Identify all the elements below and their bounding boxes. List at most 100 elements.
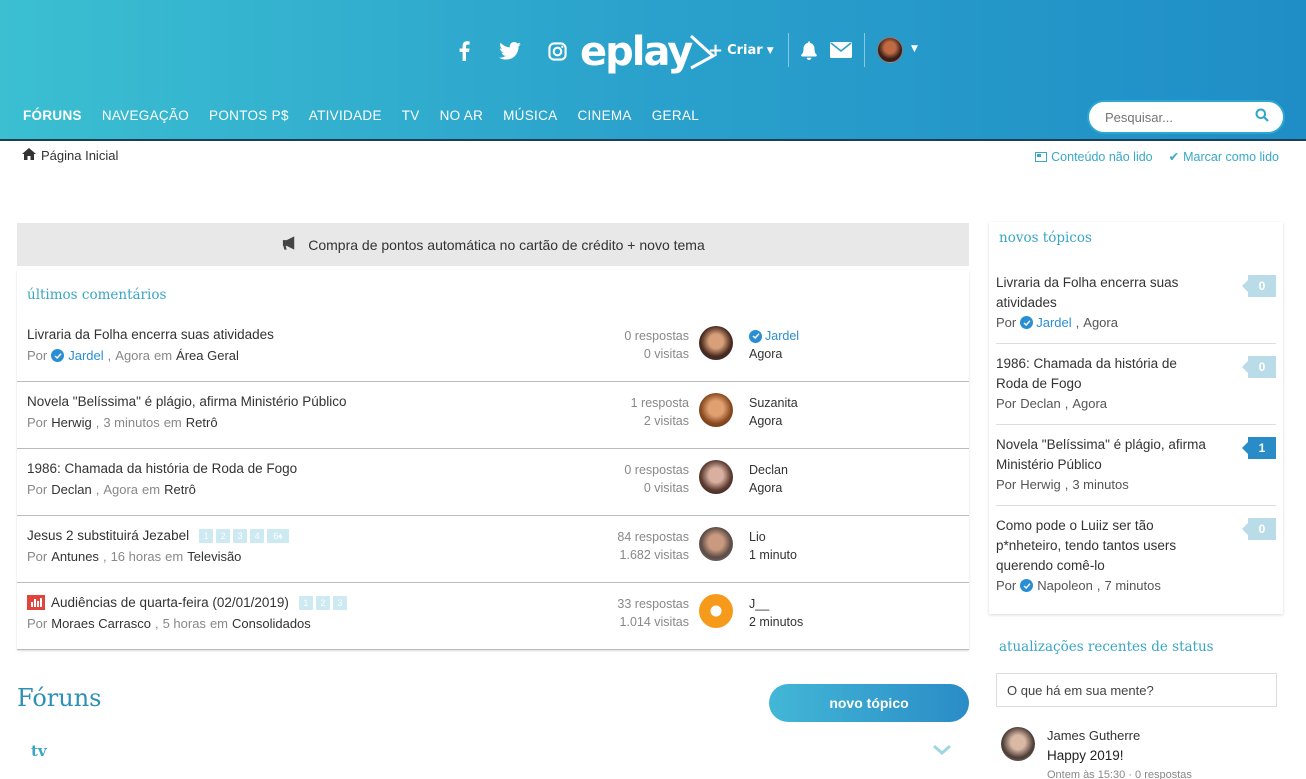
post-time: Agora [1072, 396, 1108, 411]
last-post-time: Agora [749, 347, 783, 361]
list-item[interactable]: Livraria da Folha encerra suas atividade… [17, 315, 969, 382]
avatar[interactable] [699, 326, 733, 360]
last-post: J__ 2 minutos [749, 595, 803, 631]
topic-title[interactable]: Como pode o Luiiz ser tão p*nheteiro, te… [996, 516, 1206, 576]
avatar[interactable] [699, 393, 733, 427]
instagram-icon[interactable] [544, 38, 570, 64]
avatar[interactable] [699, 460, 733, 494]
list-item[interactable]: Audiências de quarta-feira (02/01/2019) … [17, 583, 969, 650]
reply-count-badge: 1 [1242, 437, 1276, 459]
author-link[interactable]: Declan [51, 482, 91, 497]
topic-title[interactable]: Livraria da Folha encerra suas atividade… [996, 273, 1206, 313]
avatar[interactable] [699, 594, 733, 628]
nav-navigation[interactable]: NAVEGAÇÃO [102, 108, 189, 123]
author-link[interactable]: Herwig [1020, 477, 1060, 492]
by-label: Por [27, 348, 48, 363]
status-input[interactable]: O que há em sua mente? [996, 673, 1277, 707]
forum-category-tv[interactable]: tv [31, 742, 47, 760]
mark-read-link[interactable]: ✔ Marcar como lido [1168, 149, 1279, 165]
list-item[interactable]: 1986: Chamada da história de Roda de Fog… [17, 449, 969, 516]
nav-tv[interactable]: TV [402, 108, 420, 123]
last-user-link[interactable]: Lio [749, 528, 797, 546]
nav-points[interactable]: PONTOS P$ [209, 108, 289, 123]
topic-title[interactable]: Audiências de quarta-feira (02/01/2019) [51, 595, 289, 610]
site-logo[interactable]: eplay [580, 29, 717, 75]
page-link[interactable]: 1 [199, 528, 214, 543]
forum-link[interactable]: Consolidados [232, 616, 311, 631]
list-item[interactable]: Novela "Belíssima" é plágio, afirma Mini… [17, 382, 969, 449]
nav-forums[interactable]: FÓRUNS [23, 108, 82, 123]
reply-count: 0 respostas [624, 463, 689, 477]
nav-on-air[interactable]: NO AR [440, 108, 484, 123]
author-link[interactable]: Declan [1020, 396, 1060, 411]
reply-count-badge: 0 [1242, 275, 1276, 297]
user-avatar[interactable] [877, 37, 903, 63]
facebook-icon[interactable] [451, 38, 477, 64]
caret-down-icon[interactable]: ▼ [911, 44, 918, 54]
page-link[interactable]: 3 [332, 595, 347, 610]
chevron-down-icon[interactable] [932, 744, 952, 760]
list-item[interactable]: Como pode o Luiiz ser tão p*nheteiro, te… [996, 506, 1276, 613]
forum-link[interactable]: Área Geral [176, 348, 239, 363]
author-link[interactable]: Napoleon [1037, 578, 1093, 593]
page-link[interactable]: 2 [315, 595, 330, 610]
status-author[interactable]: James Gutherre [1047, 728, 1140, 743]
nav-cinema[interactable]: CINEMA [577, 108, 631, 123]
search-icon[interactable] [1255, 108, 1269, 126]
page-link[interactable]: 2 [216, 528, 231, 543]
list-item[interactable]: Livraria da Folha encerra suas atividade… [996, 263, 1276, 344]
search-input[interactable] [1105, 109, 1245, 125]
list-item[interactable]: 1986: Chamada da história de Roda de Fog… [996, 344, 1276, 425]
page-link[interactable]: 3 [233, 528, 248, 543]
last-post: Jardel Agora [749, 327, 799, 363]
reply-count: 84 respostas [617, 530, 689, 544]
unread-content-link[interactable]: Conteúdo não lido [1035, 149, 1153, 164]
view-count: 2 visitas [643, 414, 689, 428]
topic-stats: 84 respostas 1.682 visitas [617, 528, 689, 564]
list-item[interactable]: Jesus 2 substituirá Jezabel 1 2 3 4 6♦ P… [17, 516, 969, 583]
author-link[interactable]: Jardel [1036, 315, 1071, 330]
author-link[interactable]: Herwig [51, 415, 91, 430]
last-user-link[interactable]: J__ [749, 595, 803, 613]
topic-title[interactable]: Novela "Belíssima" é plágio, afirma Mini… [27, 394, 346, 409]
last-user-link[interactable]: Suzanita [749, 394, 798, 412]
topic-title[interactable]: 1986: Chamada da história de Roda de Fog… [996, 354, 1206, 394]
status-updates-panel: atualizações recentes de status O que há… [989, 631, 1283, 779]
avatar[interactable] [699, 527, 733, 561]
announcement-bar[interactable]: Compra de pontos automática no cartão de… [17, 223, 969, 266]
page-links: 1 2 3 4 6♦ [199, 528, 290, 543]
topic-title[interactable]: Novela "Belíssima" é plágio, afirma Mini… [996, 435, 1206, 475]
bell-icon[interactable] [796, 37, 822, 63]
avatar[interactable] [1001, 727, 1035, 761]
author-link[interactable]: Moraes Carrasco [51, 616, 151, 631]
list-item[interactable]: Novela "Belíssima" é plágio, afirma Mini… [996, 425, 1276, 506]
page-link[interactable]: 6♦ [267, 528, 290, 543]
topic-title[interactable]: Jesus 2 substituirá Jezabel [27, 528, 189, 543]
nav-activity[interactable]: ATIVIDADE [309, 108, 382, 123]
envelope-icon[interactable] [828, 37, 854, 63]
new-topic-button[interactable]: novo tópico [769, 684, 969, 722]
forum-link[interactable]: Retrô [164, 482, 196, 497]
breadcrumb-home[interactable]: Página Inicial [41, 148, 118, 163]
breadcrumb[interactable]: Página Inicial [22, 148, 118, 163]
twitter-icon[interactable] [497, 38, 523, 64]
page-link[interactable]: 1 [298, 595, 313, 610]
topic-title[interactable]: 1986: Chamada da história de Roda de Fog… [27, 461, 297, 476]
author-link[interactable]: Jardel [68, 348, 103, 363]
nav-general[interactable]: GERAL [652, 108, 699, 123]
page-link[interactable]: 4 [250, 528, 265, 543]
nav-music[interactable]: MÚSICA [503, 108, 557, 123]
last-user-link[interactable]: Declan [749, 461, 788, 479]
forum-link[interactable]: Televisão [187, 549, 241, 564]
forum-link[interactable]: Retrô [186, 415, 218, 430]
check-icon: ✔ [1168, 150, 1180, 164]
author-link[interactable]: Antunes [51, 549, 99, 564]
last-user-link[interactable]: Jardel [765, 327, 799, 345]
latest-comments-title: últimos comentários [27, 287, 167, 303]
by-label: Por [996, 315, 1017, 330]
post-time: 3 minutos [103, 415, 160, 430]
create-menu-button[interactable]: + Criar ▼ [708, 40, 774, 61]
topic-title[interactable]: Livraria da Folha encerra suas atividade… [27, 327, 274, 342]
reply-count-badge: 0 [1242, 518, 1276, 540]
announcement-text: Compra de pontos automática no cartão de… [308, 236, 705, 253]
